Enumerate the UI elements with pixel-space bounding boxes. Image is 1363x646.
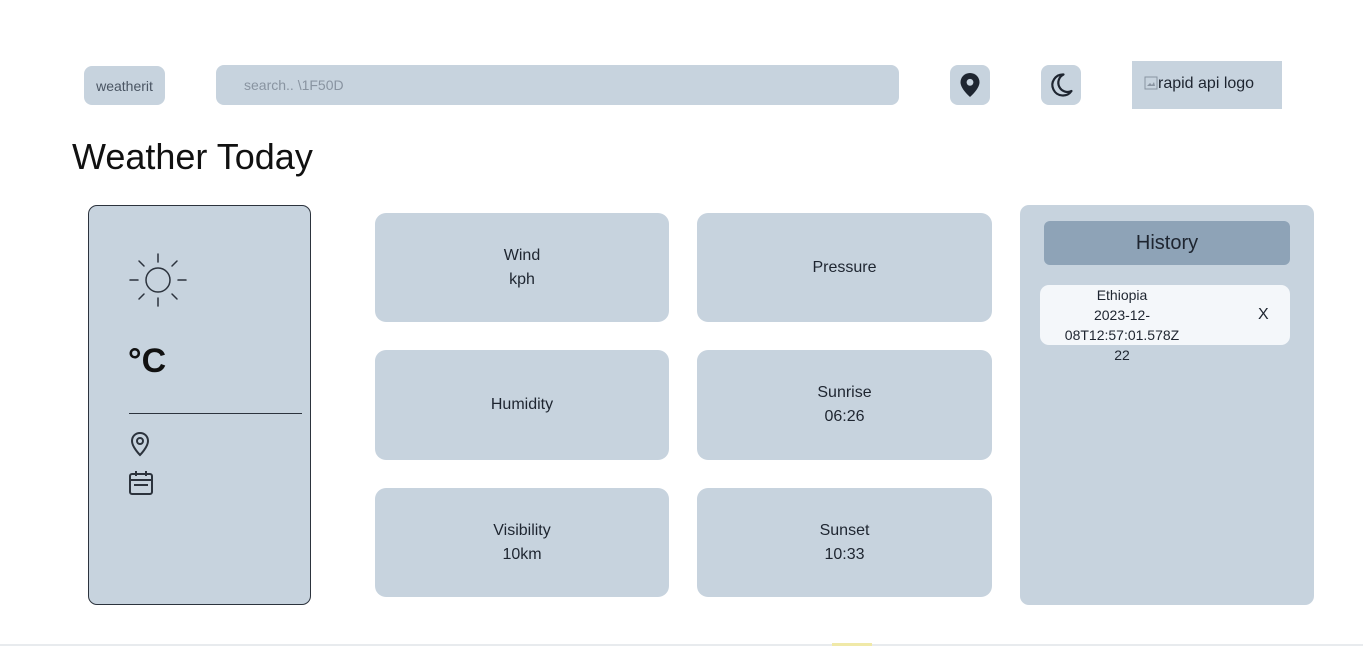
stat-label: Humidity	[490, 396, 554, 413]
stat-tile-sunset: Sunset 10:33	[697, 488, 992, 597]
search-input[interactable]	[216, 65, 899, 105]
temperature: °C	[128, 342, 167, 380]
history-item-text[interactable]: Ethiopia 2023-12-08T12:57:01.578Z 22	[1040, 285, 1204, 365]
stat-label: Visibility	[493, 521, 551, 539]
brand-button[interactable]: weatherit	[84, 66, 165, 105]
broken-image-icon	[1144, 76, 1158, 90]
stat-value: 10km	[502, 545, 542, 563]
history-item-temp: 22	[1114, 347, 1130, 363]
history-item-remove-button[interactable]: X	[1258, 305, 1269, 325]
rapid-api-logo: rapid api logo	[1132, 61, 1282, 109]
history-item-timestamp: 2023-12-08T12:57:01.578Z	[1064, 307, 1180, 343]
divider	[129, 413, 302, 414]
stat-value: 06:26	[824, 408, 865, 425]
stat-label: Pressure	[812, 258, 877, 276]
stat-tile-pressure: Pressure	[697, 213, 992, 322]
map-pin-icon	[130, 431, 150, 457]
stat-value: 10:33	[824, 545, 865, 563]
history-item-location: Ethiopia	[1096, 287, 1148, 303]
today-weather-card	[88, 205, 311, 605]
calendar-icon	[129, 471, 153, 495]
logo-alt-text: rapid api logo	[1158, 75, 1255, 92]
stat-tile-wind: Wind kph	[375, 213, 669, 322]
current-location-button[interactable]	[950, 65, 990, 105]
history-title: History	[1044, 221, 1290, 265]
theme-toggle-button[interactable]	[1041, 65, 1081, 105]
stat-value: kph	[509, 270, 535, 288]
history-panel	[1020, 205, 1314, 605]
stat-label: Sunrise	[817, 384, 872, 401]
sun-icon	[129, 253, 187, 307]
stat-tile-visibility: Visibility 10km	[375, 488, 669, 597]
page-title: Weather Today	[72, 136, 313, 177]
stat-label: Sunset	[819, 521, 870, 539]
stat-label: Wind	[503, 246, 541, 264]
stat-tile-humidity: Humidity	[375, 350, 669, 460]
moon-icon	[1051, 73, 1073, 97]
location-pin-icon	[960, 73, 980, 97]
stat-tile-sunrise: Sunrise 06:26	[697, 350, 992, 460]
